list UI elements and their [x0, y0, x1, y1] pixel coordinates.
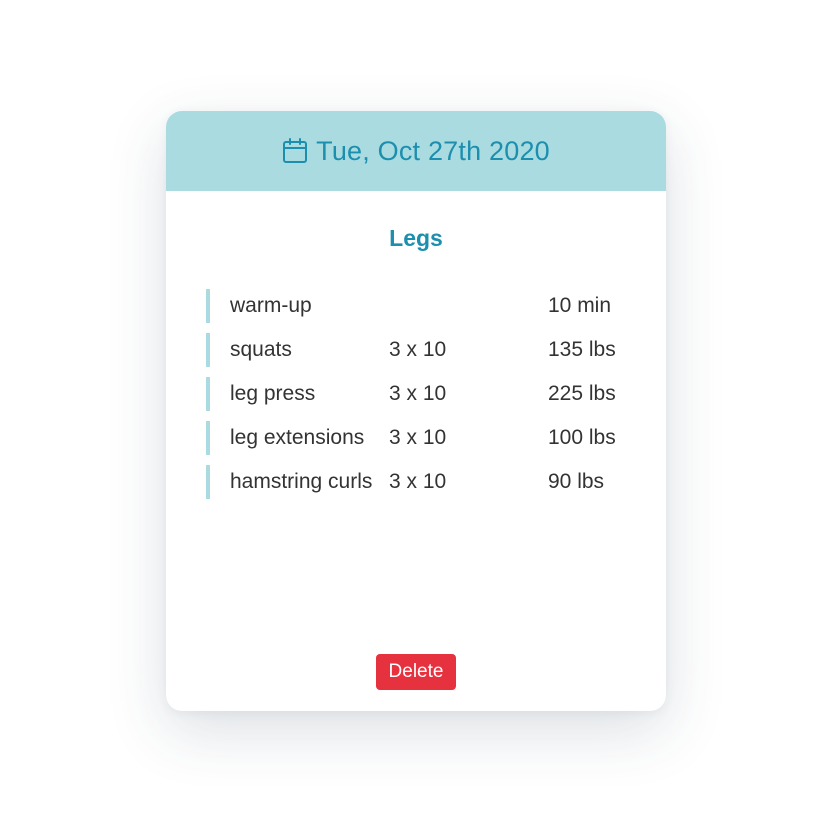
exercise-name: hamstring curls	[230, 470, 373, 493]
exercise-weight: 10 min	[548, 294, 612, 317]
calendar-icon	[282, 138, 308, 164]
exercise-row: hamstring curls 3 x 10 90 lbs	[206, 465, 636, 499]
exercise-sets: 3 x 10	[389, 382, 447, 405]
exercise-weight: 100 lbs	[548, 426, 616, 449]
card-header: Tue, Oct 27th 2020	[166, 111, 666, 191]
exercise-name: squats	[230, 338, 292, 361]
exercise-name: warm-up	[230, 294, 312, 317]
exercise-name: leg extensions	[230, 426, 365, 449]
exercise-row: leg press 3 x 10 225 lbs	[206, 377, 636, 411]
workout-date: Tue, Oct 27th 2020	[316, 135, 550, 166]
exercise-weight: 225 lbs	[548, 382, 616, 405]
exercise-weight: 90 lbs	[548, 470, 605, 493]
exercise-sets: 3 x 10	[389, 338, 447, 361]
workout-title: Legs	[389, 225, 443, 251]
exercise-weight: 135 lbs	[548, 338, 616, 361]
exercise-sets: 3 x 10	[389, 426, 447, 449]
exercise-row: leg extensions 3 x 10 100 lbs	[206, 421, 636, 455]
workout-card: Tue, Oct 27th 2020 Legs warm-up 10 min s…	[166, 111, 666, 711]
exercise-name: leg press	[230, 382, 316, 405]
exercise-list: warm-up 10 min squats 3 x 10 135 lbs leg…	[206, 289, 636, 509]
exercise-sets	[389, 289, 548, 323]
exercise-row: warm-up 10 min	[206, 289, 636, 323]
exercise-sets: 3 x 10	[389, 470, 447, 493]
exercise-row: squats 3 x 10 135 lbs	[206, 333, 636, 367]
delete-button[interactable]: Delete	[376, 654, 456, 690]
